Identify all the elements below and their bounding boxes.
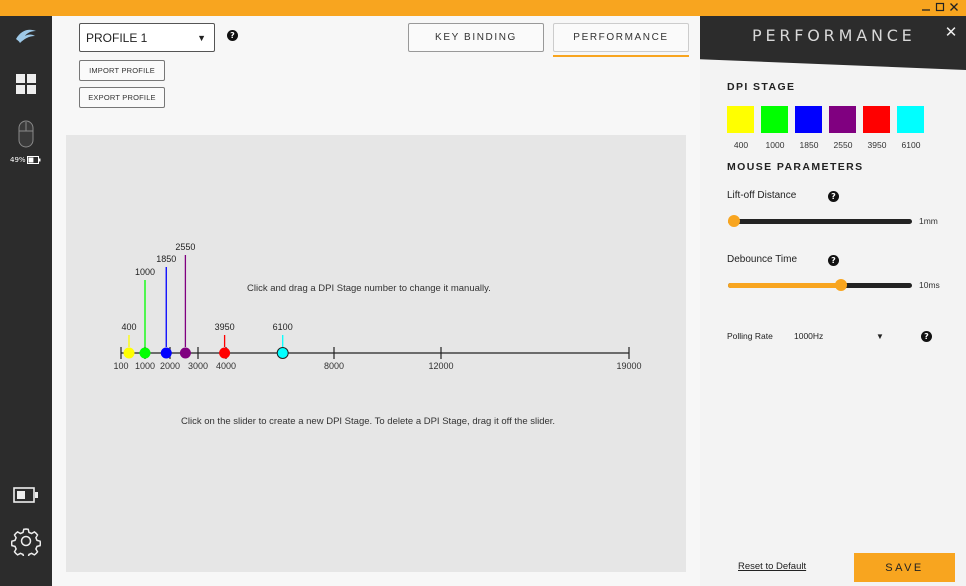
dpi-stage-handle[interactable] [276, 347, 289, 359]
dpi-stage-swatch-label: 400 [733, 140, 749, 150]
panel-title: PERFORMANCE [752, 26, 916, 45]
mouse-icon[interactable] [0, 119, 52, 149]
profile-select[interactable]: PROFILE 1 ▼ [79, 23, 215, 52]
dpi-stage-handle[interactable] [123, 347, 135, 359]
dpi-stage-handle[interactable] [179, 347, 191, 359]
dpi-stage-heading: DPI STAGE [727, 81, 796, 93]
dpi-stage-value-label[interactable]: 2550 [175, 242, 195, 252]
liftoff-label: Lift-off Distance [727, 190, 797, 201]
dpi-axis-tick-label: 3000 [188, 361, 208, 371]
polling-rate-chevron-down-icon[interactable]: ▼ [876, 332, 884, 341]
close-icon[interactable] [947, 0, 961, 14]
dpi-stage-swatch-label: 1000 [765, 140, 785, 150]
panel-close-icon[interactable]: ✕ [944, 25, 958, 40]
dpi-stage-handle[interactable] [219, 347, 231, 359]
dpi-canvas: Click and drag a DPI Stage number to cha… [66, 135, 686, 572]
title-bar [0, 0, 966, 16]
sidebar: 49% [0, 16, 52, 586]
grid-icon[interactable] [0, 72, 52, 96]
dpi-axis-tick-label: 19000 [616, 361, 641, 371]
dpi-axis-tick-label: 100 [113, 361, 128, 371]
maximize-icon[interactable] [933, 0, 947, 14]
debounce-slider-thumb[interactable] [834, 279, 847, 291]
active-tab-indicator [553, 55, 689, 57]
dpi-stage-handle[interactable] [139, 347, 151, 359]
reset-to-default-link[interactable]: Reset to Default [738, 561, 806, 572]
dpi-stage-swatch-label: 1850 [799, 140, 819, 150]
polling-help-icon[interactable]: ? [921, 331, 932, 342]
dpi-stage-swatch[interactable] [761, 106, 788, 133]
dpi-stage-swatch[interactable] [863, 106, 890, 133]
polling-rate-label: Polling Rate [727, 331, 773, 341]
performance-panel: PERFORMANCE ✕ DPI STAGE 400 1000 1850 2550 3… [700, 16, 966, 586]
tab-performance[interactable]: PERFORMANCE [553, 23, 689, 52]
export-profile-button[interactable]: EXPORT PROFILE [79, 87, 165, 108]
create-hint-text: Click on the slider to create a new DPI … [181, 416, 556, 427]
save-button[interactable]: SAVE [854, 553, 955, 582]
debounce-help-icon[interactable]: ? [828, 255, 839, 266]
logo-icon[interactable] [0, 26, 52, 46]
liftoff-value: 1mm [919, 216, 938, 226]
dpi-stage-swatch[interactable] [829, 106, 856, 133]
liftoff-slider-thumb[interactable] [728, 215, 740, 227]
dpi-stage-swatch[interactable] [795, 106, 822, 133]
profile-select-value: PROFILE 1 [86, 30, 148, 45]
debounce-slider-fill [728, 283, 841, 288]
tab-key-binding[interactable]: KEY BINDING [408, 23, 544, 52]
settings-icon[interactable] [0, 524, 52, 558]
dpi-stage-value-label[interactable]: 1850 [156, 254, 176, 264]
battery-status-icon[interactable] [0, 484, 52, 506]
liftoff-help-icon[interactable]: ? [828, 191, 839, 202]
dpi-stage-value-label[interactable]: 6100 [273, 322, 293, 332]
dpi-axis-tick-label: 12000 [428, 361, 453, 371]
battery-percent: 49% [10, 156, 26, 164]
app-window: 49% PROFILE 1 ▼ ? IMPORT PROFILE EXPORT … [0, 0, 966, 586]
main-content: PROFILE 1 ▼ ? IMPORT PROFILE EXPORT PROF… [52, 16, 700, 586]
minimize-icon[interactable] [919, 0, 933, 14]
polling-rate-select[interactable]: 1000Hz [794, 331, 823, 341]
profile-help-icon[interactable]: ? [227, 30, 238, 41]
dpi-stage-handle[interactable] [160, 347, 172, 359]
dpi-stage-swatch-label: 3950 [867, 140, 887, 150]
dpi-axis-tick-label: 1000 [135, 361, 155, 371]
dpi-axis-tick-label: 2000 [160, 361, 180, 371]
dpi-axis-tick-label: 4000 [216, 361, 236, 371]
debounce-slider[interactable] [728, 279, 912, 291]
dpi-slider[interactable]: 100 1000 2000 3000 4000 8000 12000 19000 400 1000… [66, 135, 686, 572]
debounce-value: 10ms [919, 280, 940, 290]
dpi-stage-value-label[interactable]: 3950 [215, 322, 235, 332]
liftoff-slider[interactable] [728, 215, 912, 227]
dpi-stage-value-label[interactable]: 400 [121, 322, 136, 332]
dpi-stage-value-label[interactable]: 1000 [135, 267, 155, 277]
dpi-axis-tick-label: 8000 [324, 361, 344, 371]
chevron-down-icon: ▼ [197, 32, 206, 43]
mouse-parameters-heading: MOUSE PARAMETERS [727, 161, 864, 173]
dpi-stage-swatch-label: 6100 [901, 140, 921, 150]
battery-icon [27, 156, 41, 164]
dpi-stage-swatch-label: 2550 [833, 140, 853, 150]
import-profile-button[interactable]: IMPORT PROFILE [79, 60, 165, 81]
dpi-stage-swatch[interactable] [727, 106, 754, 133]
dpi-stage-swatch[interactable] [897, 106, 924, 133]
debounce-label: Debounce Time [727, 254, 798, 265]
